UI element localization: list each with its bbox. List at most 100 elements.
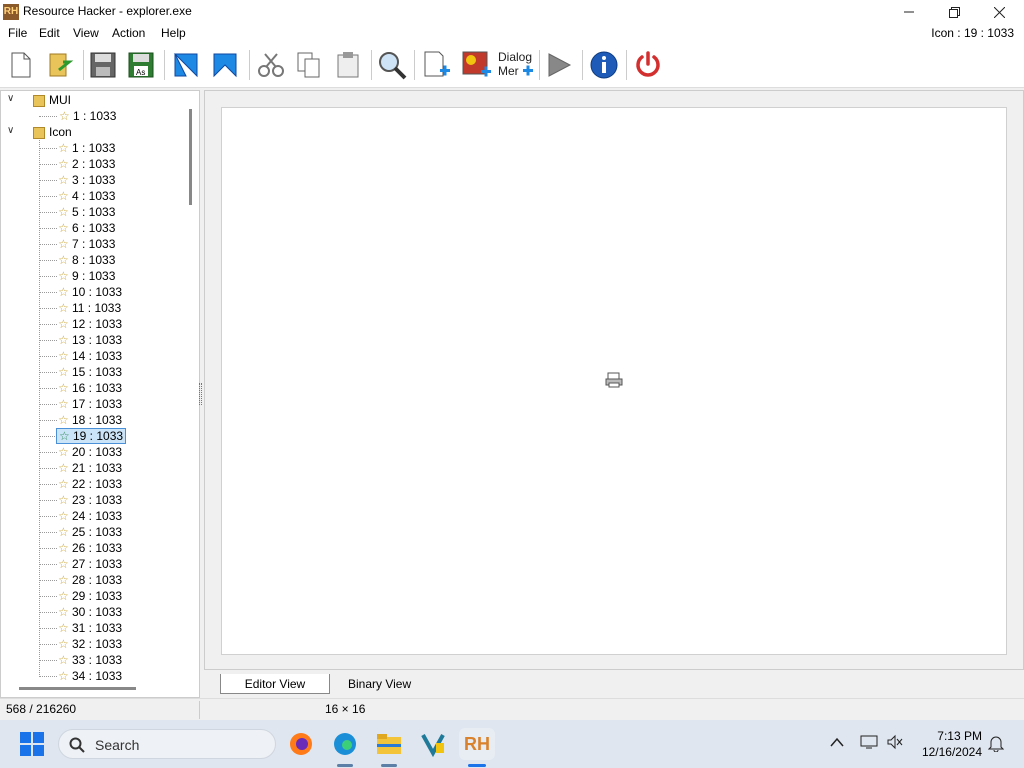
menu-file[interactable]: File <box>8 26 27 40</box>
tree-node-icon-item[interactable]: ☆ 13 : 1033 <box>56 332 124 348</box>
tree-node-icon-item[interactable]: ☆ 11 : 1033 <box>56 300 123 316</box>
add-resource-button[interactable] <box>421 49 453 81</box>
tree-node-icon-item[interactable]: ☆ 6 : 1033 <box>56 220 117 236</box>
tree-node-icon-item[interactable]: ☆ 14 : 1033 <box>56 348 124 364</box>
menu-help[interactable]: Help <box>161 26 186 40</box>
save-as-button[interactable]: As <box>125 49 157 81</box>
tree-node-icon-item[interactable]: ☆ 24 : 1033 <box>56 508 124 524</box>
tree-node-icon-item[interactable]: ☆ 22 : 1033 <box>56 476 124 492</box>
tree-node-icon-item[interactable]: ☆ 23 : 1033 <box>56 492 124 508</box>
firefox-icon <box>290 733 312 755</box>
tree-node-icon-item[interactable]: ☆ 18 : 1033 <box>56 412 124 428</box>
collapse-icon-group-icon[interactable]: ∨ <box>7 125 14 136</box>
notifications-button[interactable] <box>987 734 1005 755</box>
minimize-button[interactable] <box>886 0 932 24</box>
tree-node-icon-item[interactable]: ☆ 16 : 1033 <box>56 380 124 396</box>
folder-icon <box>33 94 45 107</box>
tree-node-icon-item[interactable]: ☆ 1 : 1033 <box>56 140 117 156</box>
tree-node-label: 20 : 1033 <box>72 445 123 459</box>
new-button[interactable] <box>5 49 37 81</box>
tree-node-icon-item[interactable]: ☆ 26 : 1033 <box>56 540 124 556</box>
dialog-merger-button[interactable]: Dialog Mer <box>497 49 535 81</box>
star-icon: ☆ <box>58 669 69 683</box>
tree-horizontal-scrollbar[interactable] <box>19 687 136 690</box>
tree-node-icon-item[interactable]: ☆ 3 : 1033 <box>56 172 117 188</box>
restore-button[interactable] <box>931 0 977 24</box>
tree-node-icon-item[interactable]: ☆ 15 : 1033 <box>56 364 124 380</box>
menu-edit[interactable]: Edit <box>39 26 60 40</box>
tree-node-icon-item[interactable]: ☆ 32 : 1033 <box>56 636 124 652</box>
menu-action[interactable]: Action <box>112 26 145 40</box>
tree-node-label: 9 : 1033 <box>72 269 116 283</box>
forward-button[interactable] <box>209 49 241 81</box>
tab-binary-view[interactable]: Binary View <box>338 674 421 694</box>
back-button[interactable] <box>170 49 202 81</box>
tree-connector <box>39 436 57 437</box>
tree-node-icon-item[interactable]: ☆ 31 : 1033 <box>56 620 124 636</box>
save-button[interactable] <box>87 49 119 81</box>
tree-node-icon-item[interactable]: ☆ 28 : 1033 <box>56 572 124 588</box>
tree-node-icon-item[interactable]: ☆ 34 : 1033 <box>56 668 124 684</box>
menu-label: Mer <box>498 64 519 78</box>
star-icon: ☆ <box>58 157 69 171</box>
tree-node-icon-item[interactable]: ☆ 20 : 1033 <box>56 444 124 460</box>
show-hidden-icons-button[interactable] <box>830 734 844 750</box>
resource-hacker-taskbar-button[interactable]: RH <box>459 728 495 760</box>
tree-node-icon-item[interactable]: ☆ 9 : 1033 <box>56 268 117 284</box>
tree-connector <box>39 228 57 229</box>
tree-node-icon-item[interactable]: ☆ 10 : 1033 <box>56 284 124 300</box>
info-icon <box>590 51 618 79</box>
firefox-taskbar-button[interactable] <box>285 728 317 760</box>
save-disk-icon <box>90 52 116 78</box>
tree-node-mui-1033[interactable]: ☆ 1 : 1033 <box>59 108 116 124</box>
exit-button[interactable] <box>632 49 664 81</box>
taskbar-search[interactable]: Search <box>58 729 276 759</box>
tree-node-mui[interactable]: MUI <box>33 92 71 108</box>
find-button[interactable] <box>376 49 408 81</box>
tab-editor-view[interactable]: Editor View <box>220 674 330 694</box>
close-button[interactable] <box>976 0 1022 24</box>
add-image-button[interactable] <box>461 49 493 81</box>
tree-node-icon-item[interactable]: ☆ 7 : 1033 <box>56 236 117 252</box>
tree-node-label: 22 : 1033 <box>72 477 123 491</box>
tree-vertical-scrollbar[interactable] <box>189 109 192 205</box>
tree-node-icon-item[interactable]: ☆ 19 : 1033 <box>56 428 127 444</box>
compile-run-button[interactable] <box>543 49 575 81</box>
splitter-grip[interactable] <box>199 383 202 405</box>
tree-node-label: 34 : 1033 <box>72 669 123 683</box>
star-icon: ☆ <box>58 221 69 235</box>
menu-view[interactable]: View <box>73 26 99 40</box>
copy-button[interactable] <box>293 49 325 81</box>
tree-node-icon-item[interactable]: ☆ 17 : 1033 <box>56 396 124 412</box>
start-button[interactable] <box>20 732 44 756</box>
scissors-icon <box>258 53 284 77</box>
tree-node-icon-item[interactable]: ☆ 27 : 1033 <box>56 556 124 572</box>
open-button[interactable] <box>44 49 76 81</box>
tree-node-icon-group[interactable]: Icon <box>33 124 72 140</box>
toolbar-separator <box>249 50 250 80</box>
star-icon: ☆ <box>58 589 69 603</box>
paste-button[interactable] <box>332 49 364 81</box>
tree-connector <box>39 500 57 501</box>
tree-node-icon-item[interactable]: ☆ 5 : 1033 <box>56 204 117 220</box>
tree-node-icon-item[interactable]: ☆ 12 : 1033 <box>56 316 124 332</box>
taskbar-clock[interactable]: 7:13 PM 12/16/2024 <box>916 728 982 760</box>
status-dimensions: 16 × 16 <box>325 702 366 716</box>
file-explorer-taskbar-button[interactable] <box>373 728 405 760</box>
tree-node-icon-item[interactable]: ☆ 2 : 1033 <box>56 156 117 172</box>
tree-node-icon-item[interactable]: ☆ 4 : 1033 <box>56 188 117 204</box>
collapse-mui-icon[interactable]: ∨ <box>7 93 14 104</box>
network-button[interactable] <box>860 734 878 753</box>
volume-button[interactable] <box>886 734 904 753</box>
edge-taskbar-button[interactable] <box>329 728 361 760</box>
visual-studio-taskbar-button[interactable] <box>417 728 449 760</box>
tree-node-icon-item[interactable]: ☆ 25 : 1033 <box>56 524 124 540</box>
resource-tree[interactable]: ∨ MUI ☆ 1 : 1033 ∨ Icon ☆ 1 : 1033 ☆ 2 : 103… <box>0 90 200 698</box>
tree-node-icon-item[interactable]: ☆ 29 : 1033 <box>56 588 124 604</box>
tree-node-icon-item[interactable]: ☆ 33 : 1033 <box>56 652 124 668</box>
tree-node-icon-item[interactable]: ☆ 21 : 1033 <box>56 460 124 476</box>
cut-button[interactable] <box>255 49 287 81</box>
about-button[interactable] <box>588 49 620 81</box>
tree-node-icon-item[interactable]: ☆ 30 : 1033 <box>56 604 124 620</box>
tree-node-icon-item[interactable]: ☆ 8 : 1033 <box>56 252 117 268</box>
